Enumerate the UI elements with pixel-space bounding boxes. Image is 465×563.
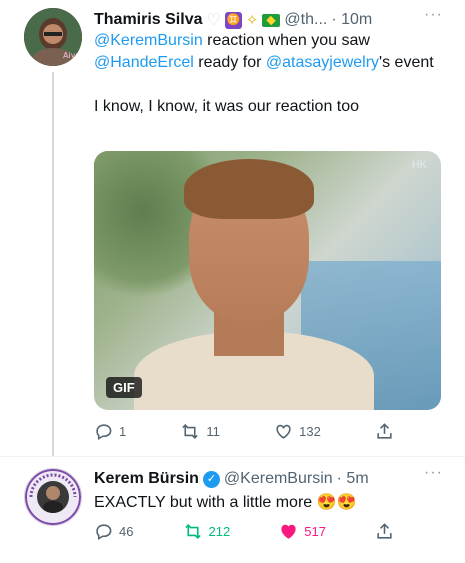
- retweet-icon: [180, 422, 200, 441]
- gif-badge: GIF: [106, 377, 142, 398]
- tweet-header: Thamiris Silva ♡ ♊ ✧ @th... · 10m: [94, 10, 372, 30]
- share-icon: [375, 522, 394, 541]
- tweet-time[interactable]: · 10m: [331, 11, 372, 29]
- like-button[interactable]: 517: [279, 522, 326, 541]
- tweet-header: Kerem Bürsin ✓ @KeremBursin · 5m: [94, 470, 369, 488]
- author-handle[interactable]: @th...: [284, 11, 327, 29]
- more-options-icon[interactable]: ···: [424, 6, 443, 24]
- gemini-icon: ♊: [224, 11, 242, 29]
- white-heart-icon: ♡: [206, 12, 221, 29]
- like-count: 517: [304, 524, 326, 539]
- dizzy-icon: ✧: [245, 12, 259, 29]
- tweet-text: EXACTLY but with a little more 😍😍: [94, 494, 357, 511]
- reply-count: 1: [119, 424, 127, 439]
- share-button[interactable]: [375, 522, 394, 541]
- reply-button[interactable]: 46: [94, 522, 133, 541]
- like-button[interactable]: 132: [274, 422, 321, 441]
- like-count: 132: [299, 424, 321, 439]
- avatar[interactable]: [24, 468, 82, 526]
- share-button[interactable]: [375, 422, 394, 441]
- author-name[interactable]: Kerem Bürsin: [94, 470, 199, 488]
- tweet-text: @KeremBursin reaction when you saw @Hand…: [94, 32, 434, 115]
- tweet-time[interactable]: · 5m: [337, 470, 369, 488]
- svg-text:Aiyu: Aiyu: [63, 51, 81, 60]
- mention-link[interactable]: @KeremBursin: [94, 32, 203, 49]
- retweet-button[interactable]: 11: [180, 422, 220, 441]
- tweet-actions: 46 212 517: [94, 522, 394, 541]
- tweet-text-line: I know, I know, it was our reaction too: [94, 98, 360, 115]
- retweet-button[interactable]: 212: [183, 522, 231, 541]
- heart-icon: [279, 522, 298, 541]
- mention-link[interactable]: @atasayjewelry: [266, 54, 379, 71]
- retweet-count: 11: [206, 424, 220, 439]
- tweet-actions: 1 11 132: [94, 422, 394, 441]
- thread-line: [52, 72, 54, 456]
- gif-watermark: HK: [411, 159, 427, 171]
- share-icon: [375, 422, 394, 441]
- reply-count: 46: [119, 524, 134, 539]
- reply-icon: [94, 422, 113, 441]
- heart-icon: [274, 422, 293, 441]
- brazil-flag-icon: [262, 13, 281, 27]
- mention-link[interactable]: @HandeErcel: [94, 54, 194, 71]
- gif-media[interactable]: HK GIF: [94, 151, 441, 410]
- retweet-count: 212: [208, 524, 231, 539]
- more-options-icon[interactable]: ···: [424, 464, 443, 482]
- retweet-icon: [183, 522, 203, 541]
- avatar[interactable]: Aiyu: [24, 8, 82, 66]
- verified-badge-icon: ✓: [202, 470, 220, 488]
- reply-icon: [94, 522, 113, 541]
- tweet-thamiris[interactable]: Aiyu Thamiris Silva ♡ ♊ ✧ @th... · 10m ·…: [0, 0, 465, 456]
- author-name[interactable]: Thamiris Silva: [94, 11, 203, 29]
- author-handle[interactable]: @KeremBursin: [224, 470, 333, 488]
- reply-button[interactable]: 1: [94, 422, 126, 441]
